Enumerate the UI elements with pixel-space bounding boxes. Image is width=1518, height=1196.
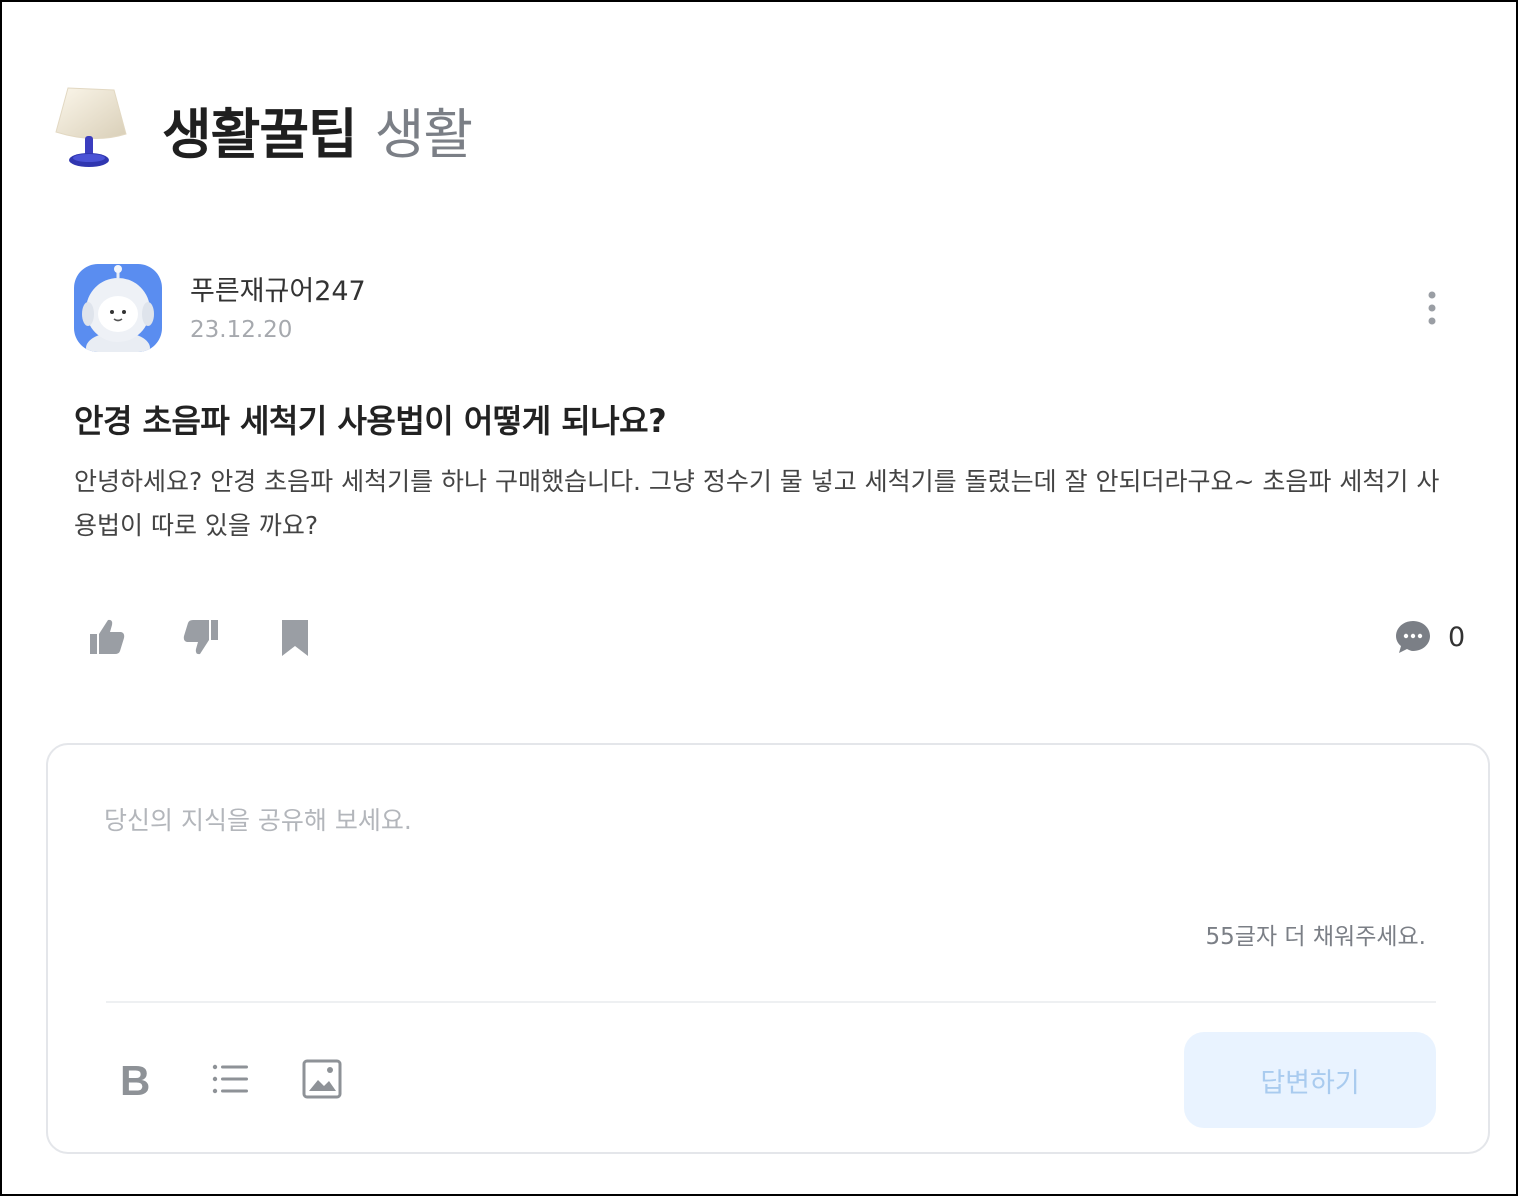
astronaut-avatar-icon <box>82 265 154 352</box>
comment-bubble-icon <box>1396 621 1430 653</box>
author-block: 푸른재규어247 23.12.20 <box>74 264 366 352</box>
svg-text:B: B <box>120 1057 150 1101</box>
author-info: 푸른재규어247 23.12.20 <box>190 273 366 343</box>
answer-input[interactable] <box>104 801 1434 921</box>
reaction-bar <box>86 616 316 658</box>
thumbs-up-icon[interactable] <box>86 616 128 658</box>
image-icon[interactable] <box>300 1057 344 1101</box>
comment-count: 0 <box>1448 621 1466 653</box>
avatar[interactable] <box>74 264 162 352</box>
list-icon[interactable] <box>208 1057 252 1101</box>
category-title: 생활꿀팁 <box>162 102 358 166</box>
editor-toolbar: B <box>116 1057 344 1101</box>
bold-icon[interactable]: B <box>116 1057 160 1101</box>
bookmark-icon[interactable] <box>274 616 316 658</box>
answer-editor: 55글자 더 채워주세요. B 답변하기 <box>46 743 1490 1154</box>
comment-counter[interactable]: 0 <box>1394 618 1465 656</box>
more-options-icon[interactable] <box>1418 288 1446 328</box>
post-date: 23.12.20 <box>190 317 293 343</box>
question-title: 안경 초음파 세척기 사용법이 어떻게 되나요? <box>74 402 667 440</box>
category-header: 생활꿀팁 생활 <box>54 84 473 174</box>
category-subtitle[interactable]: 생활 <box>375 90 473 169</box>
char-count-hint: 55글자 더 채워주세요. <box>1205 924 1426 950</box>
page-frame: 생활꿀팁 생활 푸른재규어247 23.12.20 안경 초음파 세척기 사용법… <box>0 0 1518 1196</box>
editor-divider <box>106 1001 1436 1003</box>
author-name[interactable]: 푸른재규어247 <box>190 273 366 311</box>
submit-answer-button[interactable]: 답변하기 <box>1184 1032 1436 1128</box>
question-body: 안녕하세요? 안경 초음파 세척기를 하나 구매했습니다. 그냥 정수기 물 넣… <box>74 467 1440 540</box>
thumbs-down-icon[interactable] <box>180 616 222 658</box>
lamp-icon <box>55 87 127 167</box>
